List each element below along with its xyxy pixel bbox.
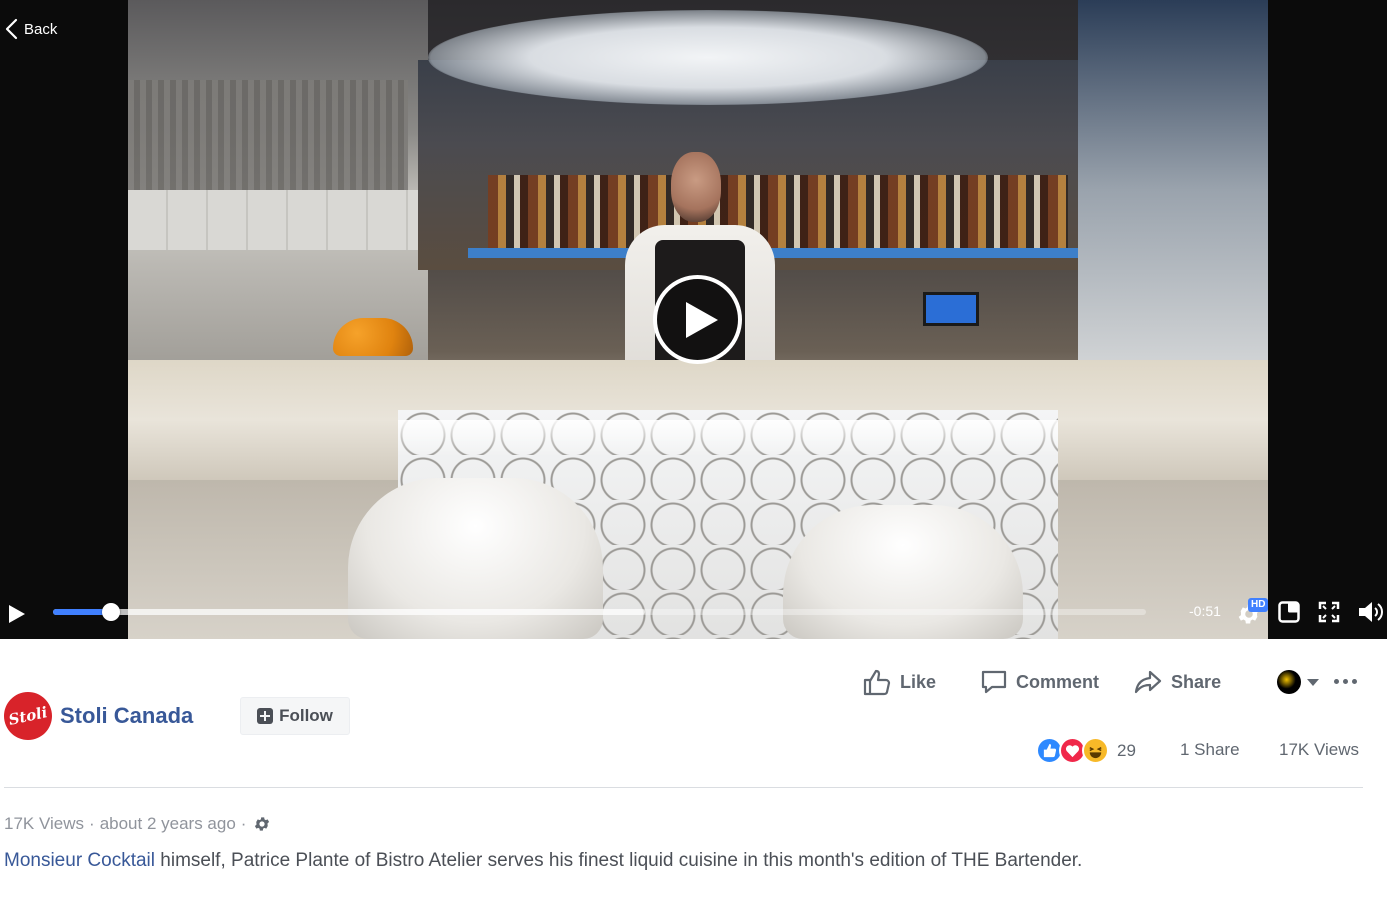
more-options-button[interactable] xyxy=(1334,673,1362,689)
scene-orange-bowl xyxy=(333,318,413,356)
chevron-down-icon[interactable] xyxy=(1307,679,1319,686)
reaction-count: 29 xyxy=(1117,740,1136,760)
hd-badge: HD xyxy=(1248,598,1269,612)
scene-bartender-head xyxy=(671,152,721,222)
back-label: Back xyxy=(24,20,58,38)
video-player[interactable]: Back -0:51 HD xyxy=(0,0,1387,639)
post-description: Monsieur Cocktail himself, Patrice Plant… xyxy=(4,850,1082,872)
big-play-button[interactable] xyxy=(653,275,742,364)
plus-icon xyxy=(257,708,274,724)
haha-reaction-icon xyxy=(1082,737,1109,764)
views-count: 17K Views xyxy=(1279,740,1360,759)
meta-separator: · xyxy=(89,814,95,833)
play-icon xyxy=(686,302,718,338)
description-text: himself, Patrice Plante of Bistro Atelie… xyxy=(155,850,1083,871)
follow-label: Follow xyxy=(279,706,333,725)
progress-buffered xyxy=(53,609,646,615)
description-link[interactable]: Monsieur Cocktail xyxy=(4,850,155,871)
comment-label: Comment xyxy=(1016,671,1100,692)
scene-bottles xyxy=(488,175,1068,250)
picture-in-picture-icon[interactable] xyxy=(1278,601,1300,623)
progress-scrubber[interactable] xyxy=(101,603,120,621)
letterbox-right xyxy=(1268,0,1387,639)
scene-blue-bar xyxy=(468,248,1093,258)
post-actions: Like Comment Share xyxy=(862,667,1261,697)
comment-bubble-icon xyxy=(981,670,1007,694)
viewer-avatar[interactable] xyxy=(1277,670,1301,694)
back-button[interactable]: Back xyxy=(4,17,57,41)
time-remaining: -0:51 xyxy=(1189,603,1221,619)
share-button[interactable]: Share xyxy=(1133,668,1221,696)
settings-button[interactable]: HD xyxy=(1236,598,1272,627)
share-arrow-icon xyxy=(1134,670,1162,694)
thumbs-up-icon xyxy=(863,669,891,696)
volume-icon[interactable] xyxy=(1357,600,1385,624)
reactions-summary[interactable]: 29 xyxy=(1036,737,1136,764)
video-controls: -0:51 HD xyxy=(0,590,1387,639)
scene-right-room xyxy=(1078,0,1268,380)
meta-views: 17K Views xyxy=(4,814,85,833)
fullscreen-icon[interactable] xyxy=(1318,601,1340,623)
play-icon[interactable] xyxy=(6,602,28,626)
progress-bar[interactable] xyxy=(53,603,1146,621)
chevron-left-icon xyxy=(5,18,18,40)
letterbox-left xyxy=(0,0,128,639)
gear-icon[interactable] xyxy=(253,815,271,833)
post-meta: 17K Views · about 2 years ago · xyxy=(4,814,271,834)
scene-bar-glow xyxy=(398,420,1058,456)
page-logo[interactable]: Stoli xyxy=(0,687,57,745)
share-label: Share xyxy=(1171,671,1222,692)
share-count[interactable]: 1 Share xyxy=(1180,740,1240,760)
scene-hood xyxy=(128,80,408,190)
scene-wall-tiles xyxy=(128,190,418,250)
more-dots-icon xyxy=(1334,678,1339,684)
page-name-link[interactable]: Stoli Canada xyxy=(60,703,193,729)
meta-separator: · xyxy=(240,814,247,833)
follow-button[interactable]: Follow xyxy=(240,697,350,735)
like-label: Like xyxy=(900,671,937,692)
post-timestamp[interactable]: about 2 years ago xyxy=(100,814,236,834)
scene-monitor xyxy=(923,292,979,326)
scene-garland xyxy=(428,10,988,105)
comment-button[interactable]: Comment xyxy=(980,668,1099,696)
divider xyxy=(4,787,1363,788)
like-button[interactable]: Like xyxy=(862,668,936,696)
